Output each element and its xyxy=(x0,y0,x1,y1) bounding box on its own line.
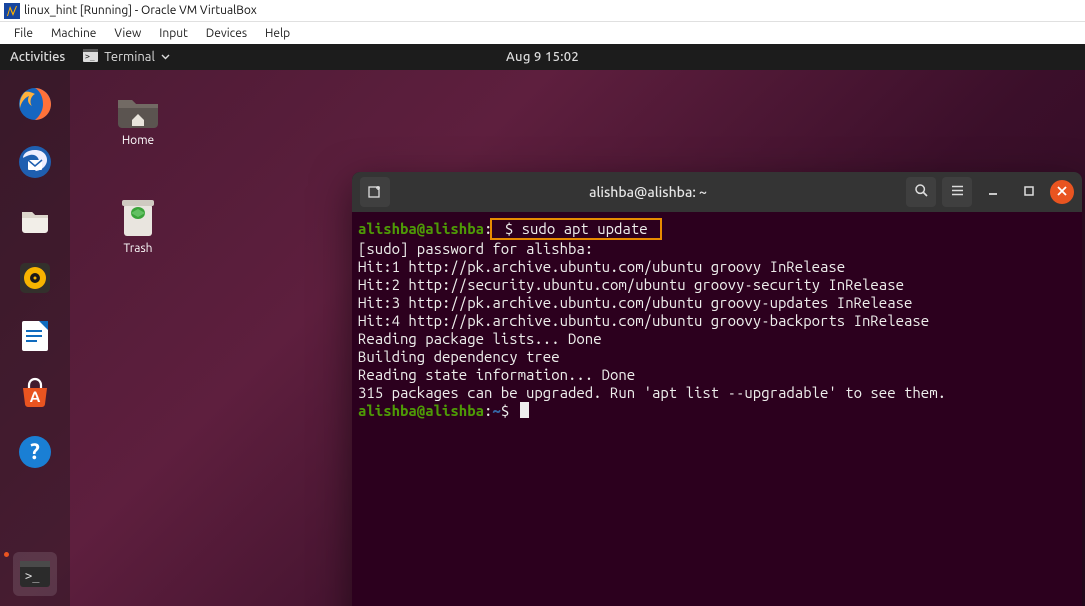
prompt-userhost: alishba@alishba xyxy=(358,402,484,419)
desktop-icon-trash[interactable]: Trash xyxy=(100,198,176,255)
virtualbox-icon xyxy=(4,3,20,19)
highlighted-command: $ sudo apt update xyxy=(490,218,662,240)
virtualbox-menubar: File Machine View Input Devices Help xyxy=(0,22,1085,44)
svg-text:>_: >_ xyxy=(85,52,95,61)
maximize-button[interactable] xyxy=(1014,177,1044,207)
dock-item-rhythmbox[interactable] xyxy=(13,256,57,300)
vb-menu-machine[interactable]: Machine xyxy=(43,25,104,42)
term-line: [sudo] password for alishba: xyxy=(358,240,593,257)
desktop-icon-home[interactable]: Home xyxy=(100,90,176,147)
dock-item-ubuntu-software[interactable]: A xyxy=(13,372,57,416)
hamburger-menu-button[interactable] xyxy=(942,177,972,207)
close-button[interactable] xyxy=(1050,180,1074,204)
vb-menu-input[interactable]: Input xyxy=(151,25,196,42)
desktop-icon-trash-label: Trash xyxy=(100,242,176,255)
activities-button[interactable]: Activities xyxy=(10,50,65,64)
guest-screen: Activities >_ Terminal Aug 9 15:02 xyxy=(0,44,1085,606)
dock-item-libreoffice-writer[interactable] xyxy=(13,314,57,358)
term-line: Reading package lists... Done xyxy=(358,330,602,347)
minimize-icon xyxy=(986,184,1000,201)
dock-item-firefox[interactable] xyxy=(13,82,57,126)
virtualbox-title: linux_hint [Running] - Oracle VM Virtual… xyxy=(24,4,257,17)
topbar-app-menu[interactable]: >_ Terminal xyxy=(83,49,170,65)
terminal-icon: >_ xyxy=(83,49,98,65)
dock: A ? >_ xyxy=(0,70,70,606)
terminal-cursor xyxy=(520,402,529,418)
term-line: Hit:4 http://pk.archive.ubuntu.com/ubunt… xyxy=(358,312,929,329)
virtualbox-titlebar: linux_hint [Running] - Oracle VM Virtual… xyxy=(0,0,1085,22)
trash-icon xyxy=(115,198,161,238)
new-tab-button[interactable] xyxy=(360,177,390,207)
term-line: 315 packages can be upgraded. Run 'apt l… xyxy=(358,384,946,401)
dock-item-thunderbird[interactable] xyxy=(13,140,57,184)
search-icon xyxy=(914,183,929,201)
dock-item-terminal[interactable]: >_ xyxy=(13,552,57,596)
close-icon xyxy=(1056,185,1068,200)
prompt-dollar: $ xyxy=(501,402,518,419)
chevron-down-icon xyxy=(161,50,170,64)
topbar-app-label: Terminal xyxy=(104,50,155,64)
maximize-icon xyxy=(1022,184,1036,201)
hamburger-icon xyxy=(950,183,965,201)
term-line: Building dependency tree xyxy=(358,348,560,365)
terminal-title: alishba@alishba: ~ xyxy=(396,184,900,200)
vb-menu-view[interactable]: View xyxy=(106,25,149,42)
dock-item-help[interactable]: ? xyxy=(13,430,57,474)
svg-text:>_: >_ xyxy=(25,569,40,583)
running-indicator-dot xyxy=(4,552,9,557)
desktop-icon-home-label: Home xyxy=(100,134,176,147)
folder-home-icon xyxy=(115,90,161,130)
search-button[interactable] xyxy=(906,177,936,207)
svg-text:?: ? xyxy=(30,439,40,464)
terminal-headerbar[interactable]: alishba@alishba: ~ xyxy=(352,172,1082,212)
terminal-body[interactable]: alishba@alishba: $ sudo apt update [sudo… xyxy=(352,212,1082,606)
term-line: Hit:1 http://pk.archive.ubuntu.com/ubunt… xyxy=(358,258,845,275)
svg-text:A: A xyxy=(30,388,41,405)
terminal-window[interactable]: alishba@alishba: ~ xyxy=(352,172,1082,606)
term-line: Hit:2 http://security.ubuntu.com/ubuntu … xyxy=(358,276,904,293)
gnome-topbar: Activities >_ Terminal Aug 9 15:02 xyxy=(0,44,1085,70)
dock-item-files[interactable] xyxy=(13,198,57,242)
prompt-userhost: alishba@alishba xyxy=(358,220,484,237)
term-line: Reading state information... Done xyxy=(358,366,635,383)
topbar-datetime[interactable]: Aug 9 15:02 xyxy=(506,50,579,64)
term-line: Hit:3 http://pk.archive.ubuntu.com/ubunt… xyxy=(358,294,912,311)
prompt-path: ~ xyxy=(492,402,500,419)
vb-menu-devices[interactable]: Devices xyxy=(198,25,255,42)
vb-menu-file[interactable]: File xyxy=(6,25,41,42)
vb-menu-help[interactable]: Help xyxy=(257,25,298,42)
minimize-button[interactable] xyxy=(978,177,1008,207)
